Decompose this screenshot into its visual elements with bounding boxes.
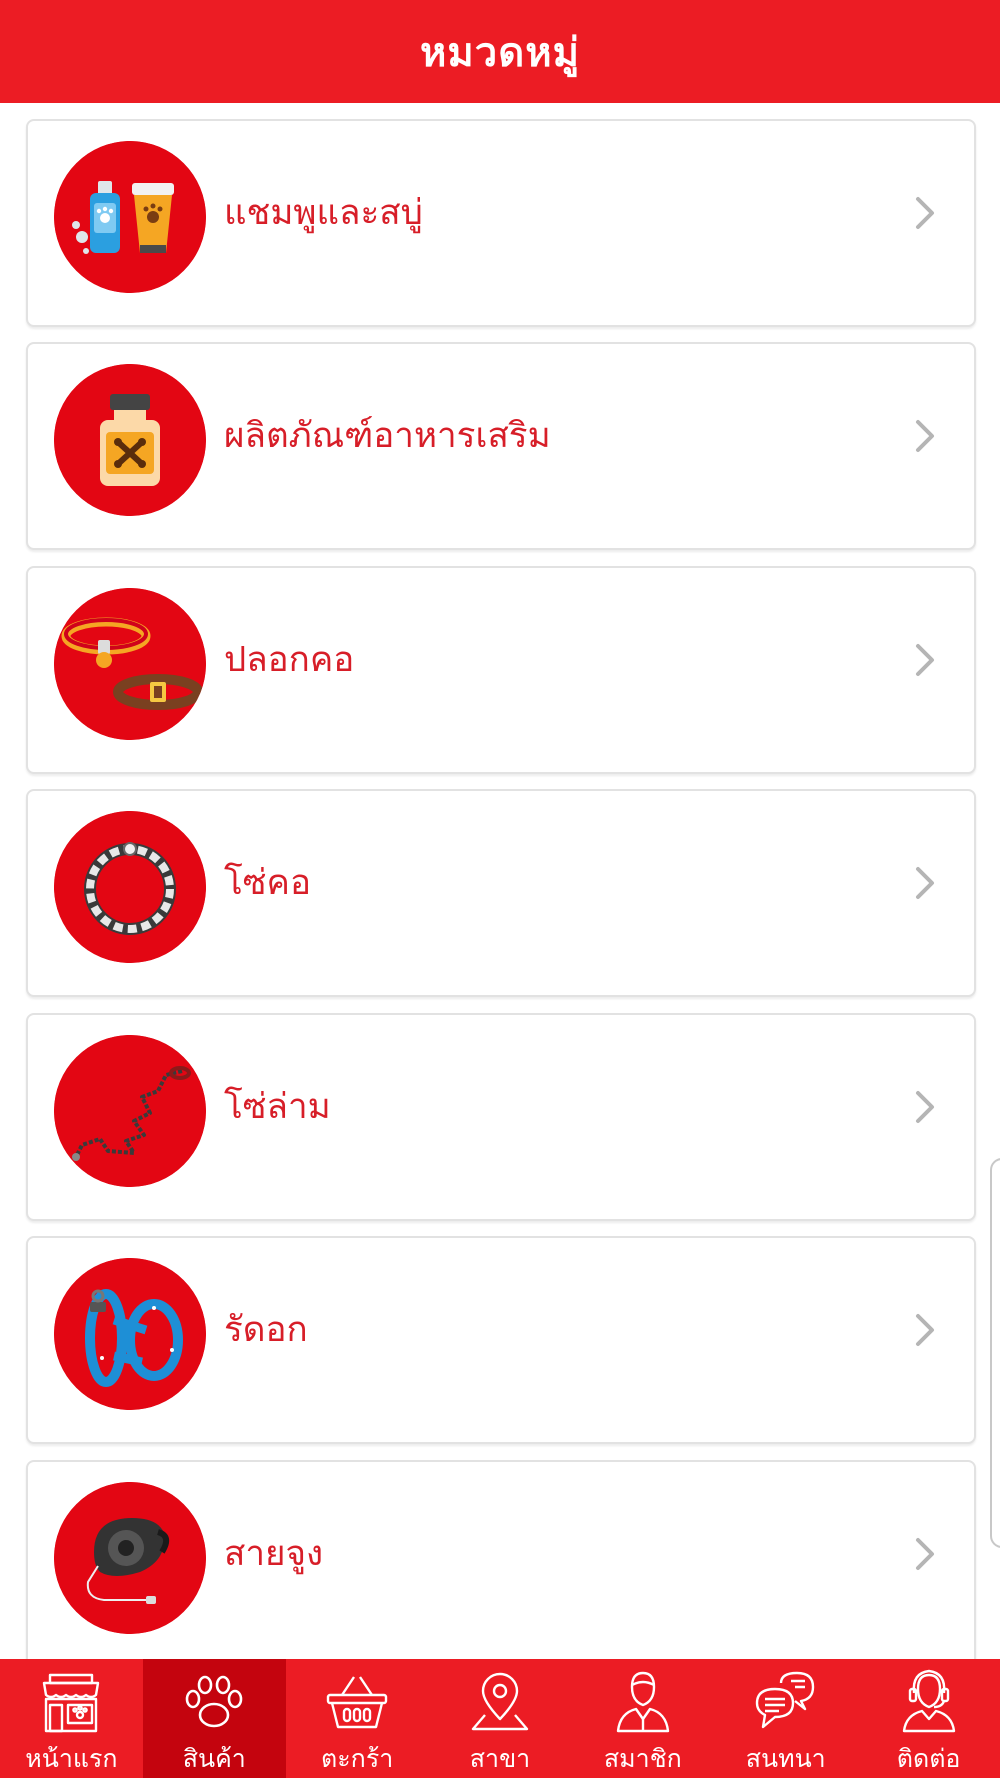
category-item-supplement[interactable]: ผลิตภัณฑ์อาหารเสริม (26, 342, 976, 550)
nav-tab-member[interactable]: สมาชิก (571, 1659, 714, 1778)
pet-collar-icon (54, 588, 206, 740)
category-label: โซ่ล่าม (224, 1087, 331, 1127)
chevron-right-icon (910, 640, 940, 680)
nav-label: ตะกร้า (321, 1744, 394, 1773)
nav-label: สนทนา (745, 1744, 826, 1773)
scrollbar[interactable] (990, 1158, 1000, 1548)
category-item-retractable-leash[interactable]: สายจูง (26, 1460, 976, 1659)
nav-label: สาขา (469, 1744, 531, 1773)
chevron-right-icon (910, 1087, 940, 1127)
nav-tab-chat[interactable]: สนทนา (714, 1659, 857, 1778)
page-title: หมวดหมู่ (420, 29, 580, 76)
nav-tab-products[interactable]: สินค้า (142, 1659, 286, 1778)
category-item-shampoo-soap[interactable]: แชมพูและสบู่ (26, 119, 976, 327)
nav-label: สมาชิก (603, 1744, 682, 1773)
chevron-right-icon (910, 1310, 940, 1350)
category-label: โซ่คอ (224, 863, 311, 903)
supplement-bottle-icon (54, 364, 206, 516)
category-label: สายจูง (224, 1534, 324, 1574)
chevron-right-icon (910, 193, 940, 233)
chevron-right-icon (910, 416, 940, 456)
location-pin-icon (465, 1669, 535, 1735)
category-label: รัดอก (224, 1310, 308, 1350)
chevron-right-icon (910, 1534, 940, 1574)
basket-icon (322, 1669, 392, 1735)
nav-tab-contact[interactable]: ติดต่อ (857, 1659, 1000, 1778)
support-agent-icon (894, 1669, 964, 1735)
chain-collar-icon (54, 811, 206, 963)
paw-icon (179, 1669, 249, 1735)
chat-icon (751, 1669, 821, 1735)
shampoo-soap-icon (54, 141, 206, 293)
nav-label: หน้าแรก (25, 1744, 118, 1773)
chevron-right-icon (910, 863, 940, 903)
storefront-icon (36, 1669, 106, 1735)
category-item-collar[interactable]: ปลอกคอ (26, 566, 976, 774)
category-item-chain-collar[interactable]: โซ่คอ (26, 789, 976, 997)
category-item-harness[interactable]: รัดอก (26, 1236, 976, 1444)
nav-tab-home[interactable]: หน้าแรก (0, 1659, 143, 1778)
harness-icon (54, 1258, 206, 1410)
member-icon (608, 1669, 678, 1735)
nav-tab-branches[interactable]: สาขา (429, 1659, 572, 1778)
category-label: ผลิตภัณฑ์อาหารเสริม (224, 416, 551, 456)
nav-label: สินค้า (182, 1744, 246, 1773)
nav-label: ติดต่อ (896, 1744, 961, 1773)
retractable-leash-icon (54, 1482, 206, 1634)
chain-leash-icon (54, 1035, 206, 1187)
category-list[interactable]: แชมพูและสบู่ ผลิตภัณฑ์อาหารเสริม ปลอกคอ … (0, 103, 1000, 1659)
category-label: แชมพูและสบู่ (224, 193, 423, 233)
bottom-navigation: หน้าแรก สินค้า ตะกร้า สาขา สมาชิก สนทนา … (0, 1659, 1000, 1778)
category-label: ปลอกคอ (224, 640, 355, 680)
app-header: หมวดหมู่ (0, 0, 1000, 103)
nav-tab-cart[interactable]: ตะกร้า (286, 1659, 429, 1778)
category-item-chain-leash[interactable]: โซ่ล่าม (26, 1013, 976, 1221)
